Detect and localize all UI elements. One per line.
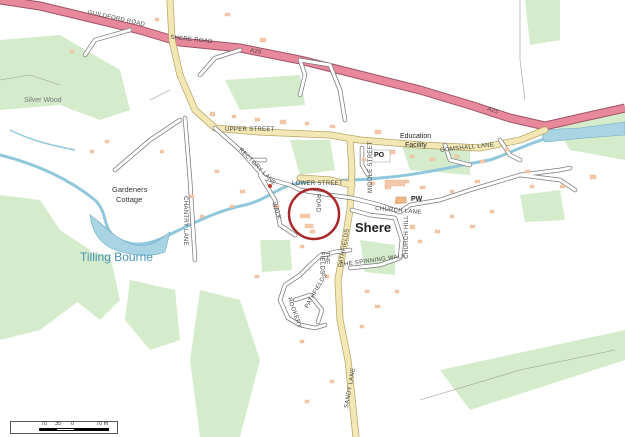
- scale-bar-seg2: [74, 429, 108, 430]
- label-shere: Shere: [355, 220, 392, 235]
- label-chantry-lane: CHANTRY LANE: [181, 196, 188, 246]
- label-silver-wood: Silver Wood: [24, 97, 62, 104]
- label-pw: PW: [411, 196, 423, 203]
- label-church-hill: CHURCH HILL: [403, 215, 410, 259]
- scale-bar: 70 35 0 70 m: [10, 421, 118, 434]
- label-middle-street: MIDDLE STREET: [367, 141, 374, 193]
- label-the-green: THE: [323, 251, 330, 265]
- label-shere-road-2: ROAD: [314, 193, 321, 213]
- scale-label-70: 70: [41, 421, 48, 427]
- scale-bar-ruler: [39, 428, 109, 431]
- label-gardeners: Gardeners: [112, 185, 148, 194]
- label-facility: Facility: [405, 142, 427, 149]
- scale-label-0: 0: [71, 421, 75, 427]
- label-cottage: Cottage: [116, 195, 143, 204]
- label-upper-street: UPPER STREET: [225, 127, 275, 133]
- map-canvas[interactable]: Silver Wood Gardeners Cottage Tilling Bo…: [0, 0, 625, 437]
- label-tilling-bourne: Tilling Bourne: [80, 250, 153, 264]
- scale-label-35: 35: [55, 421, 62, 427]
- label-po: PO: [374, 152, 385, 159]
- label-education: Education: [400, 133, 432, 140]
- scale-label-70m: 70 m: [96, 421, 109, 427]
- scale-bar-seg1: [40, 429, 57, 430]
- place-of-worship-box: [395, 196, 407, 204]
- map-graphics: [0, 0, 625, 437]
- label-lower-street: LOWER STREET: [292, 181, 343, 187]
